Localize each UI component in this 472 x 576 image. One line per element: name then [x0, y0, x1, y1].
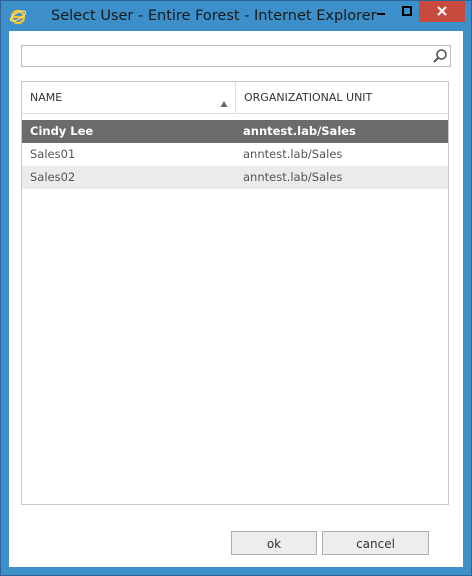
dialog-content: NAME ORGANIZATIONAL UNIT Cindy Lee annte… — [9, 31, 463, 567]
table-row[interactable]: Sales01 anntest.lab/Sales — [22, 143, 448, 166]
search-box — [21, 45, 451, 67]
user-name-cell: Cindy Lee — [30, 124, 94, 138]
grid-header: NAME ORGANIZATIONAL UNIT — [22, 82, 448, 114]
user-name-cell: Sales01 — [30, 147, 76, 161]
maximize-icon — [401, 2, 413, 21]
search-input[interactable] — [22, 46, 430, 66]
table-row[interactable]: Cindy Lee anntest.lab/Sales — [22, 120, 448, 143]
cancel-button[interactable]: cancel — [322, 531, 429, 555]
maximize-button[interactable] — [393, 1, 420, 22]
table-row[interactable]: Sales02 anntest.lab/Sales — [22, 166, 448, 189]
column-header-name[interactable]: NAME — [22, 82, 235, 113]
ok-button[interactable]: ok — [231, 531, 317, 555]
internet-explorer-icon — [9, 7, 27, 25]
ou-cell: anntest.lab/Sales — [243, 147, 343, 161]
close-icon — [436, 2, 448, 21]
column-header-organizational-unit[interactable]: ORGANIZATIONAL UNIT — [235, 82, 448, 113]
title-bar[interactable]: Select User - Entire Forest - Internet E… — [1, 1, 471, 31]
search-icon[interactable] — [432, 48, 448, 64]
minimize-icon — [375, 2, 387, 21]
column-header-name-label: NAME — [30, 91, 63, 104]
column-header-ou-label: ORGANIZATIONAL UNIT — [244, 91, 373, 104]
ou-cell: anntest.lab/Sales — [243, 124, 356, 138]
user-grid: NAME ORGANIZATIONAL UNIT Cindy Lee annte… — [21, 81, 449, 505]
close-button[interactable] — [419, 1, 465, 22]
window-bottom-border — [1, 567, 471, 575]
minimize-button[interactable] — [367, 1, 394, 22]
sort-ascending-icon — [220, 93, 228, 107]
dialog-window: Select User - Entire Forest - Internet E… — [0, 0, 472, 576]
ou-cell: anntest.lab/Sales — [243, 170, 343, 184]
user-name-cell: Sales02 — [30, 170, 76, 184]
window-title: Select User - Entire Forest - Internet E… — [51, 8, 377, 24]
